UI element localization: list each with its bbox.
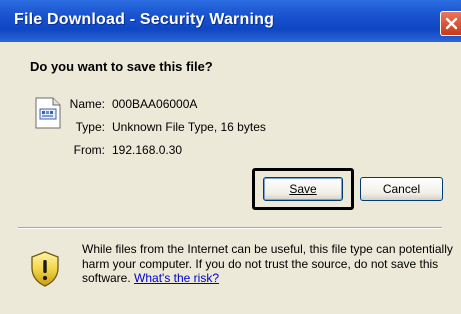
title-bar[interactable]: File Download - Security Warning [0,0,461,42]
dialog-client-area: Do you want to save this file? Name: 000… [0,42,461,314]
whats-the-risk-link[interactable]: What's the risk? [134,271,219,285]
dialog-separator [18,227,442,229]
file-name-label: Name: [69,97,105,111]
file-name-value: 000BAA06000A [112,97,198,111]
security-shield-icon [31,251,59,287]
save-button-highlight: Save [252,168,354,210]
window-title: File Download - Security Warning [14,11,275,28]
file-from-value: 192.168.0.30 [112,143,183,157]
save-button-label: Save [289,182,317,196]
cancel-button[interactable]: Cancel [360,177,443,201]
security-warning-text: While files from the Internet can be use… [82,242,461,286]
dialog-question: Do you want to save this file? [30,59,213,74]
file-type-label: Type: [75,120,105,134]
cancel-button-label: Cancel [382,182,421,196]
file-from-label: From: [73,143,105,157]
file-type-value: Unknown File Type, 16 bytes [112,120,266,134]
file-download-dialog: File Download - Security Warning Do you … [0,0,461,314]
close-icon [445,17,458,30]
save-button[interactable]: Save [263,177,343,201]
close-button[interactable] [440,11,461,36]
